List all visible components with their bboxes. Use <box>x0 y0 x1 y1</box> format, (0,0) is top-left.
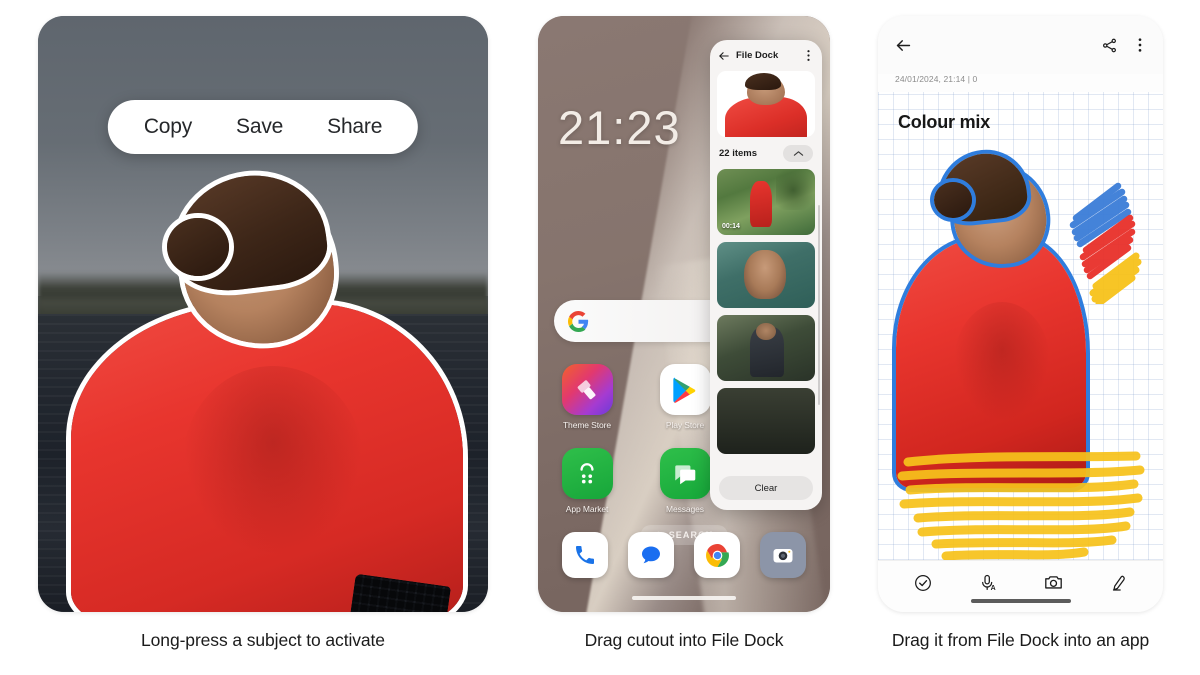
google-g-icon <box>568 310 589 332</box>
phone-screen-gallery: Copy Save Share <box>38 16 488 612</box>
lockscreen-clock: 21:23 <box>558 101 681 154</box>
cutout-preview-hair <box>745 73 781 90</box>
note-metadata: 24/01/2024, 21:14 | 0 <box>895 74 978 84</box>
file-dock-title: File Dock <box>736 50 779 61</box>
app-label: Theme Store <box>562 420 612 430</box>
app-label: Messages <box>666 504 704 514</box>
file-dock-count-row: 22 items <box>710 137 822 169</box>
dock-phone-button[interactable] <box>562 532 608 578</box>
file-dock-item[interactable]: 00:14 <box>717 169 815 235</box>
pen-icon[interactable] <box>1109 573 1129 593</box>
chevron-up-icon[interactable] <box>783 145 813 162</box>
home-indicator <box>970 599 1071 603</box>
home-dock <box>538 532 830 578</box>
more-vertical-icon[interactable] <box>1134 37 1146 53</box>
copy-button[interactable]: Copy <box>138 113 198 141</box>
share-nodes-icon[interactable] <box>1101 37 1118 54</box>
messages-icon <box>659 448 711 499</box>
subject-sweater-shadow <box>183 366 363 556</box>
dock-messages-button[interactable] <box>628 532 674 578</box>
play-store-icon <box>659 364 711 415</box>
file-dock-item[interactable] <box>717 388 815 454</box>
app-label: App Market <box>565 504 609 514</box>
file-dock-item-list[interactable]: 00:14 <box>710 169 822 469</box>
check-circle-icon[interactable] <box>913 573 933 593</box>
notes-header <box>878 16 1163 74</box>
file-dock-item[interactable] <box>717 315 815 381</box>
caption-panel-3: Drag it from File Dock into an app <box>891 630 1150 650</box>
caption-panel-2: Drag cutout into File Dock <box>584 630 784 650</box>
back-arrow-icon[interactable] <box>718 50 730 62</box>
file-dock-hero-cutout[interactable] <box>717 71 815 137</box>
app-market-icon <box>561 448 613 499</box>
app-play-store[interactable]: Play Store <box>652 364 718 430</box>
note-title[interactable]: Colour mix <box>898 112 990 133</box>
theme-store-icon <box>561 364 613 415</box>
dock-camera-button[interactable] <box>760 532 806 578</box>
file-dock-header: File Dock <box>710 40 822 69</box>
app-theme-store[interactable]: Theme Store <box>554 364 620 430</box>
cutout-preview <box>723 73 809 137</box>
home-indicator <box>632 596 736 600</box>
clear-button[interactable]: Clear <box>719 476 813 500</box>
svg-text:A: A <box>990 585 995 592</box>
app-app-market[interactable]: App Market <box>554 448 620 514</box>
caption-panel-1: Long-press a subject to activate <box>141 630 385 650</box>
mic-text-icon[interactable]: A <box>978 573 998 593</box>
file-dock-scrollbar[interactable] <box>817 205 820 405</box>
back-arrow-icon[interactable] <box>895 37 912 54</box>
share-button[interactable]: Share <box>321 113 388 141</box>
file-dock-count-label: 22 items <box>719 148 758 159</box>
dock-chrome-button[interactable] <box>694 532 740 578</box>
camera-icon[interactable] <box>1043 572 1064 593</box>
screenshot-stage: Copy Save Share Long-press a subject to … <box>0 0 1200 675</box>
phone-screen-homescreen: 21:23 Theme Store Play Store App Market … <box>538 16 830 612</box>
context-menu-pill: Copy Save Share <box>107 100 419 154</box>
app-label: Play Store <box>665 420 705 430</box>
cutout-hair-bun <box>934 182 972 218</box>
phone-screen-notes: 24/01/2024, 21:14 | 0 Colour mix A <box>878 16 1163 612</box>
cutout-sweater-shadow <box>954 302 1050 422</box>
file-dock-footer: Clear <box>710 469 822 510</box>
save-button[interactable]: Save <box>230 113 289 141</box>
more-vertical-icon[interactable] <box>803 49 814 62</box>
notes-toolbar: A <box>878 560 1163 612</box>
app-messages[interactable]: Messages <box>652 448 718 514</box>
file-dock-panel: File Dock 22 items 00:14 Clear <box>710 40 822 510</box>
file-dock-item[interactable] <box>717 242 815 308</box>
subject-hair-bun <box>167 218 229 276</box>
video-duration-badge: 00:14 <box>722 223 740 230</box>
photo-subject-cutout[interactable] <box>63 167 463 612</box>
